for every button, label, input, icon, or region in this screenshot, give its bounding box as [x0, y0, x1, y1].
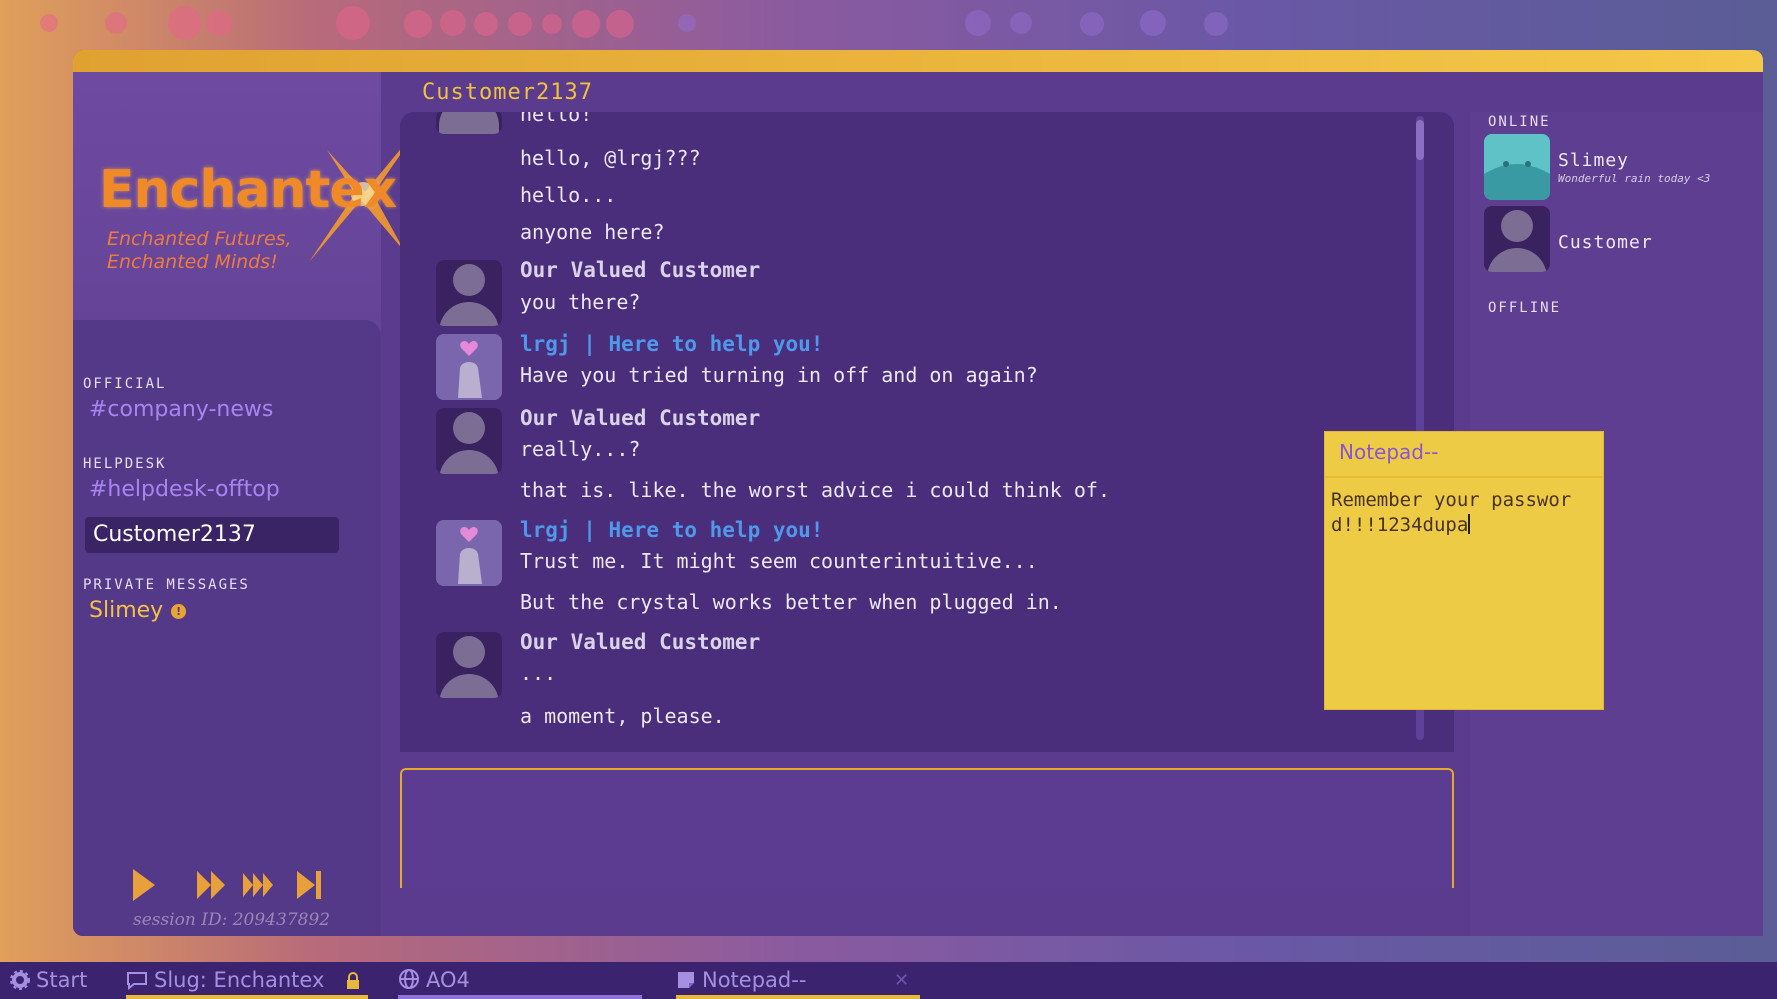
play-icon[interactable]: [131, 867, 157, 903]
message-author[interactable]: Our Valued Customer: [520, 406, 760, 430]
window-titlebar[interactable]: [73, 50, 1763, 72]
user-name-slimey[interactable]: Slimey: [1558, 150, 1629, 171]
customer-avatar: [436, 632, 502, 698]
message-text: a moment, please.: [520, 704, 725, 728]
customer-avatar[interactable]: [1484, 206, 1550, 272]
message-text: Trust me. It might seem counterintuitive…: [520, 549, 1038, 573]
message-text: hello!: [520, 112, 593, 126]
user-status-slimey: Wonderful rain today <3: [1558, 172, 1711, 185]
pm-slimey[interactable]: Slimey!: [89, 598, 187, 623]
session-id: session ID: 209437892: [133, 910, 331, 930]
customer-avatar: [436, 408, 502, 474]
message-author[interactable]: lrgj | Here to help you!: [520, 518, 823, 542]
task-slug-label: Slug: Enchantex: [154, 968, 325, 992]
message-text: Have you tried turning in off and on aga…: [520, 363, 1038, 387]
message-text: really...?: [520, 437, 641, 461]
task-underline: [676, 995, 920, 999]
logo-wordmark: Enchantex: [99, 160, 397, 220]
start-button[interactable]: Start: [10, 962, 87, 999]
message-text: hello...: [520, 183, 617, 207]
notepad-divider: [1325, 476, 1603, 478]
sidebar: Enchantex Enchanted Futures, Enchanted M…: [73, 72, 423, 936]
heart-ghost-icon: [436, 334, 502, 400]
agent-avatar: [436, 334, 502, 400]
unread-badge: !: [171, 603, 187, 619]
chat-messages[interactable]: hello! hello, @lrgj??? hello... anyone h…: [400, 112, 1454, 752]
message-text: But the crystal works better when plugge…: [520, 590, 1062, 614]
logo-tagline: Enchanted Futures, Enchanted Minds!: [107, 228, 292, 274]
playback-controls: [123, 867, 343, 907]
helpdesk-section-label: HELPDESK: [83, 456, 167, 472]
slime-icon: [1484, 134, 1550, 200]
skip-to-end-icon[interactable]: [295, 867, 325, 903]
official-section-label: OFFICIAL: [83, 376, 167, 392]
offline-label: OFFLINE: [1488, 300, 1562, 316]
logo-tagline-2: Enchanted Minds!: [107, 251, 278, 273]
enchantex-logo: Enchantex Enchanted Futures, Enchanted M…: [85, 112, 423, 282]
slimey-avatar[interactable]: [1484, 134, 1550, 200]
message-text: you there?: [520, 290, 641, 314]
task-slug-enchantex[interactable]: Slug: Enchantex: [126, 962, 368, 999]
avatar: [436, 112, 502, 134]
task-notepad[interactable]: Notepad-- ✕: [676, 962, 920, 999]
heart-ghost-icon: [436, 520, 502, 586]
fastest-forward-icon[interactable]: [241, 867, 279, 903]
chat-title: Customer2137: [422, 80, 593, 105]
close-icon[interactable]: ✕: [894, 962, 909, 999]
customer-avatar: [436, 260, 502, 326]
scrollbar-thumb[interactable]: [1416, 120, 1424, 160]
message-author[interactable]: lrgj | Here to help you!: [520, 332, 823, 356]
message-text: that is. like. the worst advice i could …: [520, 478, 1111, 502]
message-text: hello, @lrgj???: [520, 146, 701, 170]
start-label: Start: [36, 968, 88, 992]
message-text: anyone here?: [520, 220, 665, 244]
task-underline: [126, 995, 368, 999]
task-notepad-label: Notepad--: [702, 968, 807, 992]
online-label: ONLINE: [1488, 114, 1551, 130]
gear-icon: [10, 970, 30, 990]
chat-bubble-icon: [127, 972, 147, 991]
task-ao4-label: AO4: [426, 968, 470, 992]
channel-customer2137[interactable]: Customer2137: [85, 517, 339, 553]
notepad-window[interactable]: Notepad-- Remember your password!!!1234d…: [1325, 432, 1603, 709]
globe-icon: [399, 969, 419, 989]
taskbar: Start Slug: Enchantex AO4 Notepad-- ✕: [0, 962, 1777, 999]
logo-tagline-1: Enchanted Futures,: [107, 228, 292, 250]
notepad-content: Remember your password!!!1234dupa: [1331, 489, 1572, 536]
channel-helpdesk-offtop[interactable]: #helpdesk-offtop: [89, 477, 280, 502]
notepad-text-area[interactable]: Remember your password!!!1234dupa: [1331, 488, 1597, 538]
lock-icon: [347, 972, 360, 989]
agent-avatar: [436, 520, 502, 586]
message-text: ...: [520, 661, 557, 685]
pm-slimey-label: Slimey: [89, 598, 164, 623]
private-messages-label: PRIVATE MESSAGES: [83, 577, 250, 593]
fast-forward-icon[interactable]: [195, 867, 229, 903]
task-underline: [398, 995, 642, 999]
message-composer[interactable]: [400, 768, 1454, 888]
message-author[interactable]: Our Valued Customer: [520, 258, 760, 282]
user-name-customer[interactable]: Customer: [1558, 232, 1653, 253]
task-ao4[interactable]: AO4: [398, 962, 642, 999]
note-icon: [678, 972, 694, 988]
message-author[interactable]: Our Valued Customer: [520, 630, 760, 654]
channel-company-news[interactable]: #company-news: [89, 397, 273, 422]
notepad-title[interactable]: Notepad--: [1339, 440, 1438, 464]
text-caret: [1468, 514, 1471, 534]
